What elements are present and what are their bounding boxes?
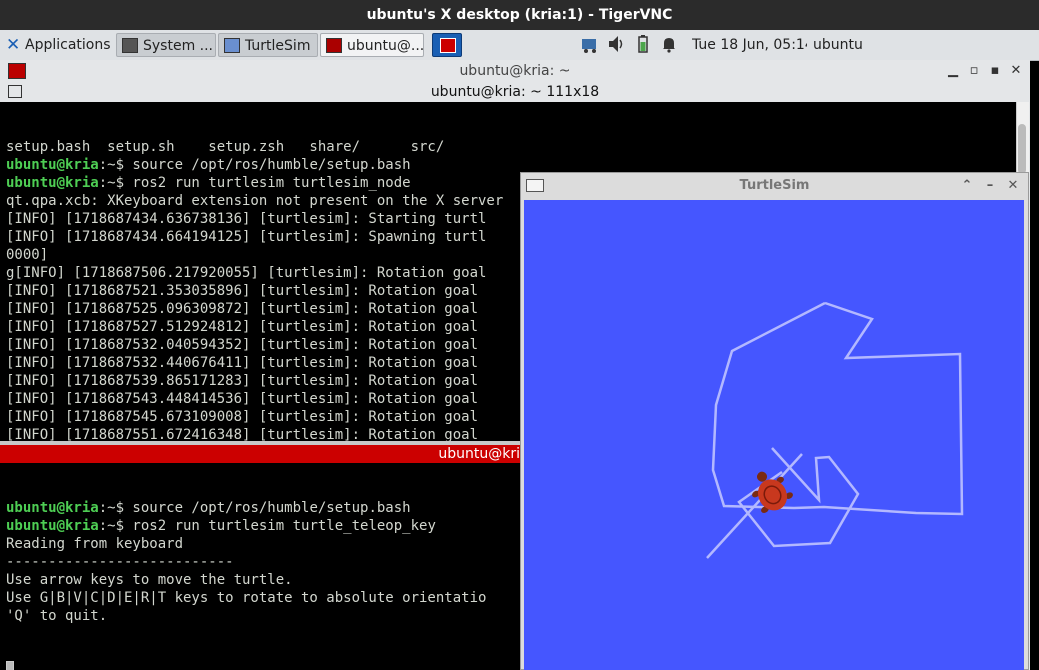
terminal-line: ubuntu@kria:~$ ros2 run turtlesim turtle… [6,517,520,535]
scrollbar-thumb[interactable] [1018,124,1026,174]
vnc-window-title: ubuntu's X desktop (kria:1) - TigerVNC [0,0,1039,30]
terminal-line: Reading from keyboard [6,535,520,553]
output-text: [INFO] [1718687532.040594352] [turtlesim… [6,337,479,353]
close-icon[interactable]: ✕ [1008,63,1024,79]
output-text: [INFO] [1718687521.353035896] [turtlesim… [6,283,479,299]
clock[interactable]: Tue 18 Jun, 05:14 [692,33,807,57]
command-text: $ source /opt/ros/humble/setup.bash [115,500,411,516]
terminal-line: setup.bash setup.sh setup.zsh share/ src… [6,138,1016,156]
terminal-line: --------------------------- [6,553,520,571]
taskbar-item-label: ubuntu@... [347,38,424,54]
network-icon[interactable] [580,33,602,57]
prompt-path: :~ [98,518,116,534]
output-text: 0000] [6,247,49,263]
terminal-size-label: ubuntu@kria: ~ 111x18 [430,84,600,100]
terminal-app-icon [8,63,26,79]
terminal-pane-bottom[interactable]: ubuntu@kria:~$ source /opt/ros/humble/se… [0,463,520,670]
terminal-window-title: ubuntu@kria: ~ [459,63,571,79]
prompt-user: ubuntu@kria [6,500,99,516]
user-menu[interactable]: ubuntu [813,33,873,57]
restore-icon[interactable]: ▪ [987,63,1003,79]
turtlesim-window-icon [526,179,544,192]
terminal-cursor [6,661,14,670]
volume-icon[interactable] [607,33,627,57]
workspace-window-icon [440,38,456,53]
output-text: [INFO] [1718687545.673109008] [turtlesim… [6,409,479,425]
output-text: Use G|B|V|C|D|E|R|T keys to rotate to ab… [6,590,487,606]
command-text: $ ros2 run turtlesim turtle_teleop_key [115,518,436,534]
prompt-user: ubuntu@kria [6,518,99,534]
prompt-user: ubuntu@kria [6,157,99,173]
system-monitor-icon [122,38,138,53]
output-text: [INFO] [1718687527.512924812] [turtlesim… [6,319,479,335]
taskbar-item-turtlesim[interactable]: TurtleSim [218,33,318,57]
top-panel: ✕ Applications ≡ System ... TurtleSim ub… [0,30,1039,61]
prompt-path: :~ [98,157,116,173]
taskbar-item-label: TurtleSim [245,38,311,54]
terminal-icon [326,38,342,53]
pane-title: ubuntu@kri [438,446,520,462]
output-text: [INFO] [1718687434.664194125] [turtlesim… [6,229,487,245]
output-text: Use arrow keys to move the turtle. [6,572,293,588]
terminal-line: Use arrow keys to move the turtle. [6,571,520,589]
terminal-title-bar[interactable]: ubuntu@kria: ~ ▁ ▫ ▪ ✕ [0,60,1030,82]
terminal-line: Use G|B|V|C|D|E|R|T keys to rotate to ab… [6,589,520,607]
maximize-icon[interactable]: ▫ [966,63,982,79]
prompt-path: :~ [98,175,116,191]
output-text: Reading from keyboard [6,536,184,552]
output-text: setup.bash setup.sh setup.zsh share/ src… [6,139,445,155]
prompt-user: ubuntu@kria [6,175,99,191]
canvas-background [524,200,1024,670]
xfce-logo-icon: ✕ [6,35,21,55]
window-icon [224,38,240,53]
prompt-path: :~ [98,500,116,516]
command-text: $ source /opt/ros/humble/setup.bash [115,157,411,173]
minimize-icon[interactable]: – [982,178,998,194]
output-text: qt.qpa.xcb: XKeyboard extension not pres… [6,193,504,209]
taskbar-item-label: System ... [143,38,214,54]
output-text: [INFO] [1718687539.865171283] [turtlesim… [6,373,479,389]
terminal-line: ubuntu@kria:~$ source /opt/ros/humble/se… [6,499,520,517]
taskbar-item-terminal[interactable]: ubuntu@... [320,33,424,57]
output-text: g[INFO] [1718687506.217920055] [turtlesi… [6,265,487,281]
output-text: [INFO] [1718687434.636738136] [turtlesim… [6,211,487,227]
applications-menu-button[interactable]: ✕ Applications ≡ [4,33,114,57]
command-text: $ ros2 run turtlesim turtlesim_node [115,175,411,191]
output-text: 'Q' to quit. [6,608,108,624]
minimize-icon[interactable]: ▁ [945,63,961,79]
workspace-switcher[interactable] [432,33,462,57]
applications-label: Applications ≡ [25,37,114,53]
taskbar-item-system[interactable]: System ... [116,33,216,57]
notification-bell-icon[interactable] [660,33,678,57]
turtlesim-title-bar[interactable]: TurtleSim ⌃ – ✕ [521,173,1028,199]
close-icon[interactable]: ✕ [1005,178,1021,194]
chevron-up-icon[interactable]: ⌃ [959,178,975,194]
battery-icon[interactable] [636,33,650,57]
output-text: [INFO] [1718687543.448414536] [turtlesim… [6,391,479,407]
turtlesim-canvas [524,200,1024,670]
output-text: [INFO] [1718687532.440676411] [turtlesim… [6,355,479,371]
output-text: [INFO] [1718687525.096309872] [turtlesim… [6,301,479,317]
terminal-line: 'Q' to quit. [6,607,520,625]
terminal-tab-bar: ubuntu@kria: ~ 111x18 [0,82,1030,102]
output-text: [INFO] [1718687551.672416348] [turtlesim… [6,427,479,441]
turtlesim-title: TurtleSim [739,178,810,193]
pane-title-bar: ubuntu@kri [0,445,520,463]
output-text: --------------------------- [6,554,234,570]
split-layout-icon[interactable] [8,85,22,98]
